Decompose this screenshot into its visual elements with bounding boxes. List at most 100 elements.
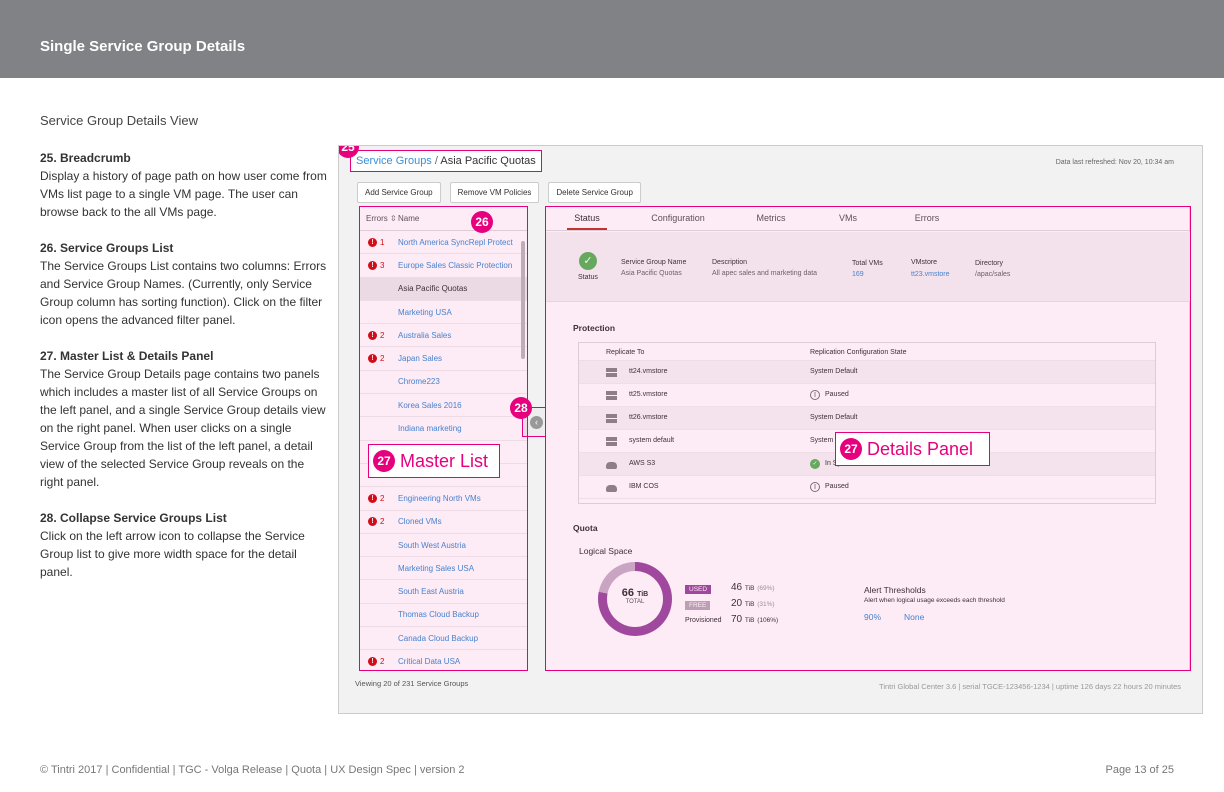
list-item[interactable]: Marketing Sales USA <box>360 557 527 581</box>
tab-status[interactable]: Status <box>567 207 607 230</box>
error-count-value: 2 <box>380 656 385 666</box>
note-title: 25. Breadcrumb <box>40 151 131 165</box>
cloud-icon <box>606 462 617 469</box>
note-service-groups-list: 26. Service Groups List The Service Group… <box>40 239 330 329</box>
list-item[interactable]: ! 2 Australia Sales <box>360 324 527 348</box>
donut-total: 66 TiB <box>607 587 663 599</box>
service-group-name[interactable]: Engineering North VMs <box>398 494 481 503</box>
sg-name-value: Asia Pacific Quotas <box>621 270 682 277</box>
provisioned-label: Provisioned <box>685 617 722 624</box>
error-icon: ! <box>368 354 377 364</box>
add-service-group-button[interactable]: Add Service Group <box>357 182 441 203</box>
note-master-details: 27. Master List & Details Panel The Servi… <box>40 347 330 491</box>
list-item[interactable]: ! 2 Critical Data USA <box>360 650 527 670</box>
service-group-name[interactable]: Canada Cloud Backup <box>398 634 478 643</box>
list-item[interactable]: Indiana marketing <box>360 417 527 441</box>
list-count-status: Viewing 20 of 231 Service Groups <box>355 679 469 688</box>
protection-table-header: Replicate To Replication Configuration S… <box>579 343 1155 361</box>
list-item[interactable]: ! 3 Europe Sales Classic Protection <box>360 254 527 278</box>
service-group-name[interactable]: Asia Pacific Quotas <box>398 284 467 293</box>
provisioned-number: 70 <box>731 614 743 625</box>
description-label: Description <box>712 259 748 266</box>
master-list-scrollbar[interactable] <box>521 241 525 359</box>
service-group-name[interactable]: Thomas Cloud Backup <box>398 610 479 619</box>
details-tabs: Status Configuration Metrics VMs Errors <box>546 207 1189 231</box>
service-group-name[interactable]: South West Austria <box>398 541 466 550</box>
chevron-left-icon: ‹ <box>530 415 543 429</box>
error-count: ! 3 <box>360 260 398 270</box>
list-item[interactable]: ! 2 Cloned VMs <box>360 511 527 534</box>
used-percent: (69%) <box>757 585 775 592</box>
list-item[interactable]: Thomas Cloud Backup <box>360 604 527 628</box>
protection-table: Replicate To Replication Configuration S… <box>578 342 1156 504</box>
service-group-name[interactable]: Korea Sales 2016 <box>398 401 462 410</box>
name-column-header[interactable]: Name <box>398 214 419 223</box>
remove-vm-policies-button[interactable]: Remove VM Policies <box>449 182 540 203</box>
sg-name-label: Service Group Name <box>621 259 687 266</box>
service-group-name[interactable]: Marketing Sales USA <box>398 564 474 573</box>
system-status: Tintri Global Center 3.6 | serial TGCE-1… <box>879 682 1181 691</box>
master-list-callout-label: Master List <box>400 450 489 471</box>
error-count-value: 2 <box>380 493 385 503</box>
replicate-to-header: Replicate To <box>606 349 645 356</box>
table-row: tt24.vmstore System Default <box>579 361 1155 384</box>
alert-threshold-90[interactable]: 90% <box>864 612 881 622</box>
replicate-target: tt25.vmstore <box>629 391 668 398</box>
table-row: IBM COS || Paused <box>579 476 1155 499</box>
service-group-name[interactable]: Australia Sales <box>398 331 451 340</box>
section-subtitle: Service Group Details View <box>40 113 198 128</box>
service-group-name[interactable]: Cloned VMs <box>398 517 442 526</box>
alert-thresholds-desc: Alert when logical usage exceeds each th… <box>864 597 1005 604</box>
callout-26: 26 <box>471 211 493 233</box>
service-group-name[interactable]: North America SyncRepl Protect <box>398 238 513 247</box>
list-item[interactable]: Korea Sales 2016 <box>360 394 527 418</box>
list-item[interactable]: Asia Pacific Quotas <box>360 277 527 301</box>
replication-state: System Default <box>810 414 858 421</box>
list-item[interactable]: Canada Cloud Backup <box>360 627 527 651</box>
tab-metrics[interactable]: Metrics <box>754 207 788 230</box>
provisioned-unit: TiB <box>744 617 755 624</box>
service-group-name[interactable]: Chrome223 <box>398 377 440 386</box>
vmstore-link[interactable]: tt23.vmstore <box>911 271 950 278</box>
service-group-name[interactable]: Marketing USA <box>398 308 452 317</box>
used-number: 46 <box>731 582 743 593</box>
replicate-target: IBM COS <box>629 483 659 490</box>
list-item[interactable]: South West Austria <box>360 534 527 558</box>
tab-errors[interactable]: Errors <box>912 207 942 230</box>
service-group-name[interactable]: Indiana marketing <box>398 424 462 433</box>
list-item[interactable]: Chrome223 <box>360 371 527 395</box>
server-icon <box>606 414 617 423</box>
list-item[interactable]: Marketing USA <box>360 301 527 325</box>
replicate-target: AWS S3 <box>629 460 656 467</box>
service-group-name[interactable]: Critical Data USA <box>398 657 460 666</box>
used-unit: TiB <box>744 585 755 592</box>
donut-total-label: TOTAL <box>625 599 645 605</box>
details-panel-callout: 27 Details Panel <box>835 432 990 466</box>
service-group-name[interactable]: Japan Sales <box>398 354 442 363</box>
breadcrumb-root-link[interactable]: Service Groups <box>356 155 432 167</box>
list-item[interactable]: ! 2 Engineering North VMs <box>360 487 527 511</box>
provisioned-value: 70 TiB (106%) <box>731 614 778 625</box>
master-list-callout: 27 Master List <box>368 444 500 478</box>
sort-icon[interactable]: ⇳ <box>390 214 397 223</box>
errors-column-header[interactable]: Errors ⇳ <box>360 214 398 223</box>
list-item[interactable]: ! 1 North America SyncRepl Protect <box>360 231 527 255</box>
delete-service-group-button[interactable]: Delete Service Group <box>548 182 641 203</box>
service-group-name[interactable]: South East Austria <box>398 587 464 596</box>
pause-icon: || <box>810 482 820 492</box>
summary-box: ✓ Status Service Group Name Asia Pacific… <box>546 232 1191 302</box>
table-row: tt26.vmstore System Default <box>579 407 1155 430</box>
service-group-name[interactable]: Europe Sales Classic Protection <box>398 261 512 270</box>
tab-vms[interactable]: VMs <box>837 207 859 230</box>
alert-threshold-none[interactable]: None <box>904 612 924 622</box>
list-item[interactable]: South East Austria <box>360 580 527 604</box>
header-banner: Single Service Group Details <box>0 0 1224 78</box>
total-vms-link[interactable]: 169 <box>852 271 864 278</box>
error-count-value: 1 <box>380 237 385 247</box>
error-count-value: 2 <box>380 354 385 364</box>
status-ok-icon: ✓ <box>579 252 597 270</box>
list-item[interactable]: ! 2 Japan Sales <box>360 347 527 371</box>
callout-28: 28 <box>510 397 532 419</box>
tab-configuration[interactable]: Configuration <box>649 207 707 230</box>
error-count: ! 2 <box>360 517 398 527</box>
